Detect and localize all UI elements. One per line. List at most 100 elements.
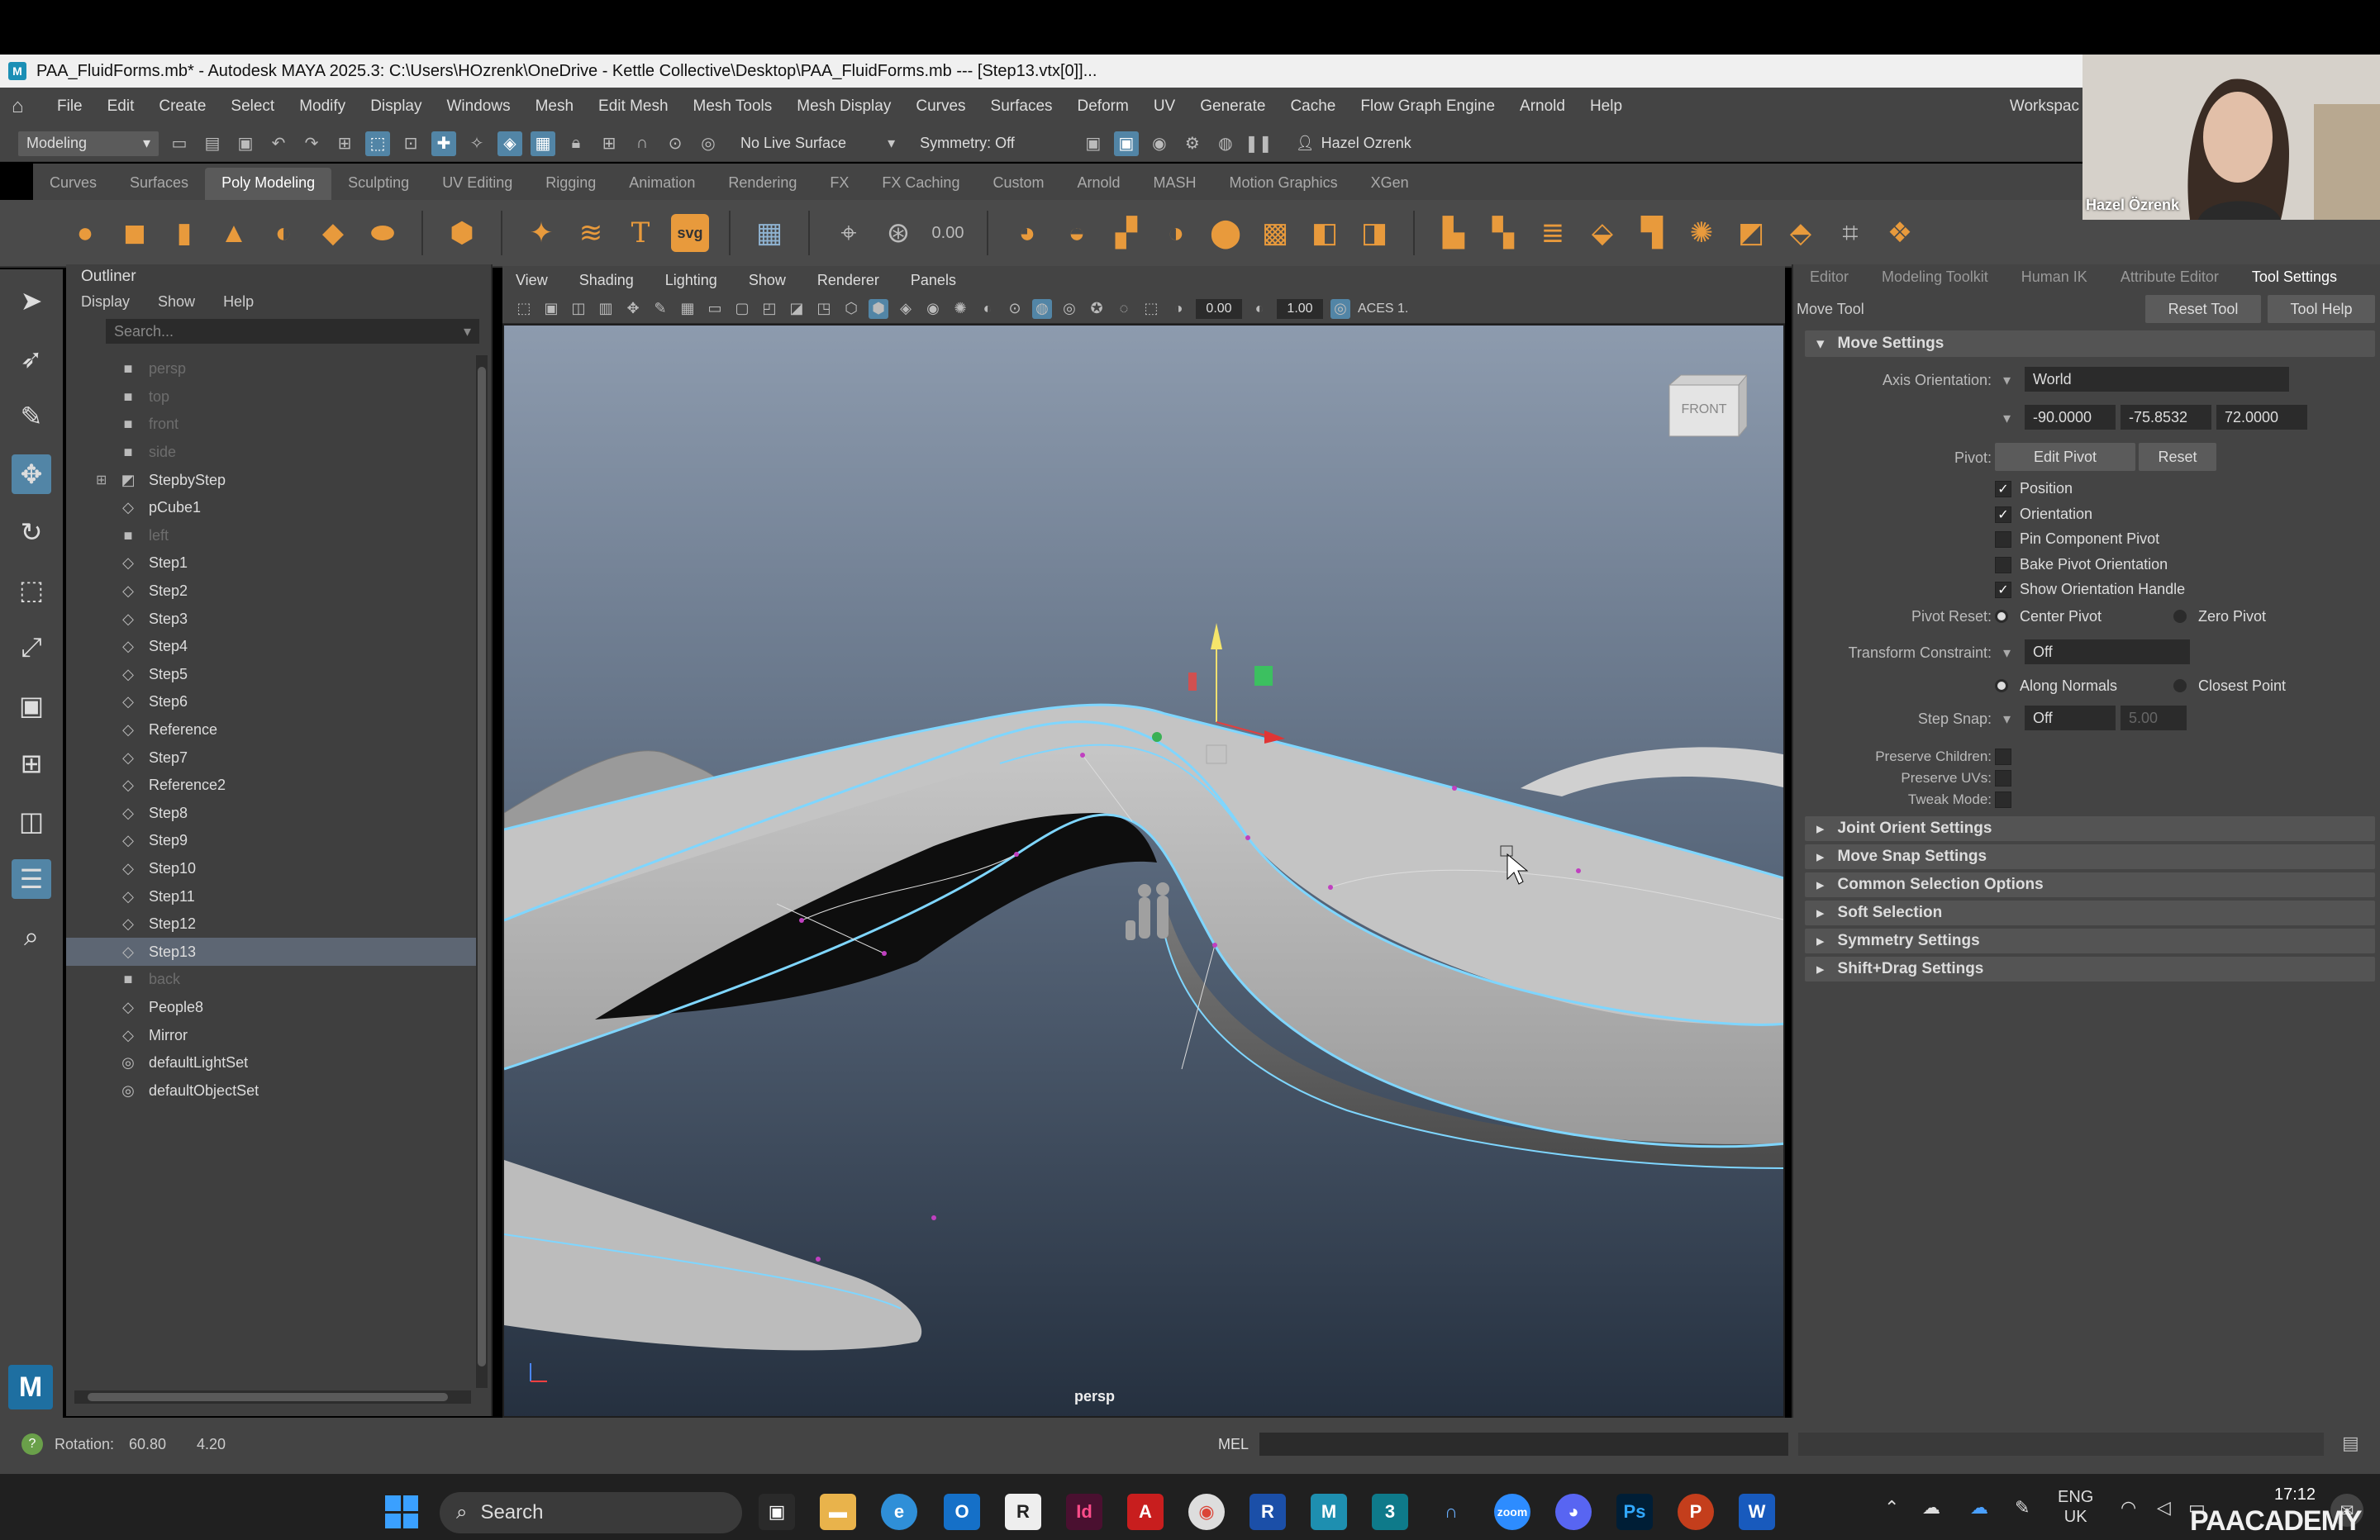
poly-disc-icon[interactable]: ⬬ (364, 214, 402, 252)
script-editor-icon[interactable]: ▤ (2342, 1433, 2365, 1456)
photoshop-icon[interactable]: Ps (1616, 1494, 1653, 1530)
extrude-icon[interactable]: ▙ (1435, 214, 1473, 252)
select-tool-icon[interactable]: ➤ (12, 281, 51, 321)
last-tool-icon[interactable]: ⤢ (12, 628, 51, 668)
menu-edit[interactable]: Edit (95, 97, 147, 116)
append-icon[interactable]: ≣ (1534, 214, 1572, 252)
reset-pivot-button[interactable]: Reset (2139, 443, 2216, 471)
reset-tool-button[interactable]: Reset Tool (2145, 295, 2261, 323)
menu-curves[interactable]: Curves (903, 97, 978, 116)
select-hierarchy-icon[interactable]: ⊞ (332, 131, 357, 156)
bevel-icon[interactable]: ▚ (1484, 214, 1522, 252)
color-management-icon[interactable]: ◎ (1330, 298, 1350, 319)
face-mode-icon[interactable]: ◈ (497, 131, 522, 156)
snap-curve-icon[interactable]: ∩ (630, 131, 654, 156)
poly-diamond-icon[interactable]: ◆ (314, 214, 352, 252)
checkbox-position[interactable]: ✓ (1995, 481, 2011, 497)
shelf-tab-arnold[interactable]: Arnold (1060, 168, 1136, 200)
menu-uv[interactable]: UV (1141, 97, 1188, 116)
axis-orientation-dropdown[interactable]: World (2025, 367, 2289, 392)
new-scene-icon[interactable]: ▭ (167, 131, 192, 156)
scale-tool-icon[interactable]: ⬚ (12, 570, 51, 610)
multi-cut-icon[interactable]: ▜ (1633, 214, 1671, 252)
gate-mask-icon[interactable]: ◰ (759, 299, 779, 319)
gamma-field[interactable]: 1.00 (1277, 298, 1323, 319)
outliner-item[interactable]: ■ left (66, 522, 476, 550)
outliner-item[interactable]: ◇ Step5 (66, 661, 476, 689)
outliner-item[interactable]: ■ side (66, 439, 476, 467)
four-layout-icon[interactable]: ⊞ (12, 744, 51, 783)
viewport-menu-shading[interactable]: Shading (579, 272, 634, 289)
revit-icon[interactable]: R (1250, 1494, 1286, 1530)
outliner-item[interactable]: ◇ Step6 (66, 688, 476, 716)
reduce-icon[interactable]: ▩ (1256, 214, 1294, 252)
axis-x-field[interactable]: -90.0000 (2025, 405, 2116, 430)
use-lights-icon[interactable]: ✺ (950, 299, 970, 319)
checkbox-orientation[interactable]: ✓ (1995, 506, 2011, 523)
section-joint-orient-settings[interactable]: ▸ Joint Orient Settings (1805, 816, 2375, 841)
combine-icon[interactable]: ◕ (1008, 214, 1046, 252)
outliner-item[interactable]: ◎ defaultObjectSet (66, 1077, 476, 1105)
live-surface-label[interactable]: No Live Surface (740, 135, 846, 152)
isolate-icon[interactable]: ◍ (1032, 298, 1052, 319)
shadows-icon[interactable]: ◐ (978, 299, 997, 319)
helix-icon[interactable]: ≋ (572, 214, 610, 252)
tab-modeling-toolkit[interactable]: Modeling Toolkit (1865, 269, 2005, 286)
grid-icon[interactable]: ▦ (750, 214, 788, 252)
menu-generate[interactable]: Generate (1188, 97, 1278, 116)
hypershade-icon[interactable]: ◍ (1213, 131, 1238, 156)
edge-mode-icon[interactable]: ✧ (464, 131, 489, 156)
xray-joints-icon[interactable]: ✪ (1087, 299, 1107, 319)
tab-tool-settings[interactable]: Tool Settings (2235, 269, 2354, 286)
2d-pan-icon[interactable]: ✥ (623, 299, 643, 319)
resolution-gate-icon[interactable]: ▢ (732, 299, 752, 319)
preserve-uvs-checkbox[interactable] (1995, 770, 2011, 787)
menu-create[interactable]: Create (146, 97, 218, 116)
menu-deform[interactable]: Deform (1065, 97, 1141, 116)
poly-cube-icon[interactable]: ◼ (116, 214, 154, 252)
taskbar-search[interactable]: ⌕ Search (440, 1492, 742, 1533)
viewport-menu-renderer[interactable]: Renderer (817, 272, 879, 289)
snap-point-icon[interactable]: ⊙ (663, 131, 688, 156)
outliner-item[interactable]: ■ top (66, 383, 476, 411)
snap-grid-icon[interactable]: ⊞ (597, 131, 621, 156)
menu-mesh[interactable]: Mesh (523, 97, 586, 116)
move-settings-frame[interactable]: ▾ Move Settings (1805, 330, 2375, 357)
user-account[interactable]: 👤︎ Hazel Ozrenk (1296, 135, 1411, 152)
help-icon[interactable]: ? (21, 1433, 43, 1455)
maya-taskbar-icon[interactable]: M (1311, 1494, 1347, 1530)
checkbox-show-orientation-handle[interactable]: ✓ (1995, 582, 2011, 599)
outliner-item[interactable]: ■ front (66, 411, 476, 439)
outliner-menu-display[interactable]: Display (81, 293, 130, 311)
slide-edge-icon[interactable]: ⬘ (1782, 214, 1820, 252)
bookmark-icon[interactable]: ◫ (569, 299, 588, 319)
wireframe-on-shaded-icon[interactable]: ◈ (896, 299, 916, 319)
platonic-solid-icon[interactable]: ⬢ (443, 214, 481, 252)
exposure-icon[interactable]: ◑ (1169, 299, 1188, 319)
paint-select-icon[interactable]: ✎ (12, 397, 51, 436)
edit-pivot-button[interactable]: Edit Pivot (1995, 443, 2135, 471)
outliner-menu-show[interactable]: Show (158, 293, 195, 311)
sculpt-icon[interactable]: ❖ (1881, 214, 1919, 252)
outliner-item[interactable]: ◇ People8 (66, 994, 476, 1022)
outliner-scrollbar[interactable] (476, 355, 488, 1388)
sweep-icon[interactable]: ✦ (522, 214, 560, 252)
select-object-icon[interactable]: ⬚ (365, 131, 390, 156)
section-shift-drag-settings[interactable]: ▸ Shift+Drag Settings (1805, 957, 2375, 982)
pen-icon[interactable]: ✎ (2015, 1497, 2030, 1519)
target-weld-icon[interactable]: ◩ (1732, 214, 1770, 252)
outliner-item[interactable]: ⊞ ◩ StepbyStep (66, 466, 476, 494)
hud-icon[interactable]: ⬚ (1141, 299, 1161, 319)
undo-icon[interactable]: ↶ (266, 131, 291, 156)
shelf-tab-fx-caching[interactable]: FX Caching (865, 168, 976, 200)
outliner-item[interactable]: ◇ Step3 (66, 605, 476, 633)
outliner-item[interactable]: ◇ Step10 (66, 855, 476, 883)
single-layout-icon[interactable]: ▣ (12, 686, 51, 725)
menu-file[interactable]: File (45, 97, 95, 116)
mirror-icon[interactable]: ◧ (1306, 214, 1344, 252)
outliner-item[interactable]: ◇ Step8 (66, 800, 476, 828)
shelf-tab-animation[interactable]: Animation (612, 168, 712, 200)
rotate-tool-icon[interactable]: ↻ (12, 512, 51, 552)
tool-help-button[interactable]: Tool Help (2268, 295, 2375, 323)
menu-flow-graph-engine[interactable]: Flow Graph Engine (1348, 97, 1507, 116)
